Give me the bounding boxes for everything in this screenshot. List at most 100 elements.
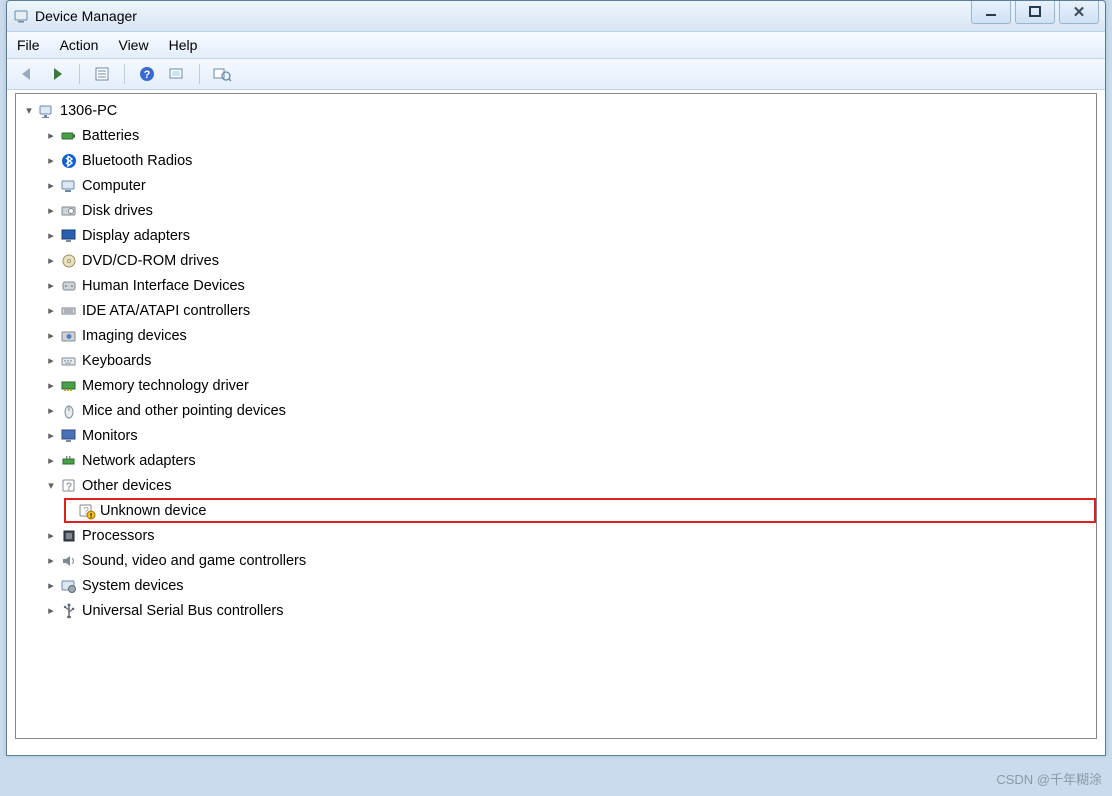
tree-item-label: Memory technology driver <box>82 378 249 394</box>
maximize-button[interactable] <box>1015 1 1055 24</box>
tree-item-label: Universal Serial Bus controllers <box>82 603 283 619</box>
tree-item-label: Human Interface Devices <box>82 278 245 294</box>
expand-icon[interactable]: ▸ <box>44 454 58 468</box>
expand-icon[interactable]: ▸ <box>44 179 58 193</box>
unknown-icon: ?! <box>78 502 96 520</box>
expand-icon[interactable]: ▸ <box>44 304 58 318</box>
scan-button[interactable] <box>165 62 189 86</box>
tree-panel: ▾1306-PC ▸ Batteries ▸ Bluetooth Radios ▸ Comp… <box>15 93 1097 739</box>
back-button[interactable] <box>15 62 39 86</box>
tree-item-label: Network adapters <box>82 453 196 469</box>
collapse-icon[interactable]: ▾ <box>44 479 58 493</box>
expand-icon[interactable]: ▸ <box>44 229 58 243</box>
tree-item[interactable]: ▸ Bluetooth Radios <box>44 148 1096 173</box>
tree-item[interactable]: ▸ Keyboards <box>44 348 1096 373</box>
menu-help[interactable]: Help <box>169 37 198 53</box>
tree-item[interactable]: ▸Imaging devices <box>44 323 1096 348</box>
tree-item[interactable]: ▸ Disk drives <box>44 198 1096 223</box>
menu-file[interactable]: File <box>17 37 40 53</box>
expand-icon[interactable]: ▸ <box>44 579 58 593</box>
keyboard-icon <box>60 352 78 370</box>
tree-item-label: Display adapters <box>82 228 190 244</box>
tree-item[interactable]: ▸ System devices <box>44 573 1096 598</box>
other-icon: ? <box>60 477 78 495</box>
imaging-icon <box>60 327 78 345</box>
expand-icon[interactable]: ▸ <box>44 554 58 568</box>
minimize-button[interactable] <box>971 1 1011 24</box>
mouse-icon <box>60 402 78 420</box>
expand-icon[interactable]: ▸ <box>44 354 58 368</box>
tree-item[interactable]: ?!Unknown device <box>66 500 1088 521</box>
tree-item[interactable]: ▸ Network adapters <box>44 448 1096 473</box>
expand-icon[interactable]: ▸ <box>44 329 58 343</box>
svg-text:!: ! <box>90 513 92 520</box>
computer-icon <box>60 177 78 195</box>
tree-item-label: Bluetooth Radios <box>82 153 192 169</box>
expand-icon[interactable]: ▸ <box>44 379 58 393</box>
dvd-icon <box>60 252 78 270</box>
expand-icon[interactable]: ▸ <box>44 604 58 618</box>
computer-icon <box>38 102 56 120</box>
tree-item[interactable]: ▸ Universal Serial Bus controllers <box>44 598 1096 623</box>
expand-icon[interactable]: ▸ <box>44 129 58 143</box>
expand-icon[interactable]: ▸ <box>44 254 58 268</box>
menubar: File Action View Help <box>7 32 1105 59</box>
tree-item[interactable]: ▸ Computer <box>44 173 1096 198</box>
expand-icon[interactable]: ▸ <box>44 279 58 293</box>
properties-button[interactable] <box>90 62 114 86</box>
device-tree[interactable]: ▾1306-PC ▸ Batteries ▸ Bluetooth Radios ▸ Comp… <box>16 94 1096 627</box>
display-icon <box>60 227 78 245</box>
svg-text:?: ? <box>66 481 73 493</box>
tree-item-label: Disk drives <box>82 203 153 219</box>
forward-button[interactable] <box>45 62 69 86</box>
window-buttons: ✕ <box>971 1 1099 24</box>
close-button[interactable]: ✕ <box>1059 1 1099 24</box>
memory-icon <box>60 377 78 395</box>
tree-item-label: Batteries <box>82 128 139 144</box>
tree-item[interactable]: ▸Sound, video and game controllers <box>44 548 1096 573</box>
expand-icon[interactable]: ▸ <box>44 529 58 543</box>
menu-view[interactable]: View <box>118 37 148 53</box>
watermark: CSDN @千年糊涂 <box>996 769 1102 788</box>
tree-item[interactable]: ▸ Batteries <box>44 123 1096 148</box>
monitor-icon <box>60 427 78 445</box>
toolbar-separator <box>199 64 200 84</box>
tree-item-label: Unknown device <box>100 503 206 519</box>
sound-icon <box>60 552 78 570</box>
cpu-icon <box>60 527 78 545</box>
toolbar: ? <box>7 59 1105 90</box>
toolbar-separator <box>124 64 125 84</box>
expand-icon[interactable]: ▸ <box>44 154 58 168</box>
network-icon <box>60 452 78 470</box>
tree-item[interactable]: ▸ Human Interface Devices <box>44 273 1096 298</box>
tree-item-label: Computer <box>82 178 146 194</box>
expand-icon[interactable]: ▸ <box>44 404 58 418</box>
disk-icon <box>60 202 78 220</box>
tree-item[interactable]: ▸ DVD/CD-ROM drives <box>44 248 1096 273</box>
tree-item[interactable]: ▸Monitors <box>44 423 1096 448</box>
app-icon <box>13 8 29 24</box>
ide-icon <box>60 302 78 320</box>
tree-item-label: Mice and other pointing devices <box>82 403 286 419</box>
expand-icon[interactable]: ▸ <box>44 429 58 443</box>
tree-item[interactable]: ▸ Mice and other pointing devices <box>44 398 1096 423</box>
window-title: Device Manager <box>35 8 137 24</box>
help-button[interactable]: ? <box>135 62 159 86</box>
tree-item[interactable]: ▸ Memory technology driver <box>44 373 1096 398</box>
tree-item[interactable]: ▸Processors <box>44 523 1096 548</box>
collapse-icon[interactable]: ▾ <box>22 104 36 118</box>
tree-item[interactable]: ▸IDE ATA/ATAPI controllers <box>44 298 1096 323</box>
hid-icon <box>60 277 78 295</box>
titlebar[interactable]: Device Manager ✕ <box>7 1 1105 32</box>
tree-root[interactable]: ▾1306-PC <box>22 98 1096 123</box>
extra-button[interactable] <box>210 62 234 86</box>
tree-item-label: DVD/CD-ROM drives <box>82 253 219 269</box>
tree-item-label: Keyboards <box>82 353 151 369</box>
toolbar-separator <box>79 64 80 84</box>
menu-action[interactable]: Action <box>60 37 99 53</box>
tree-item[interactable]: ▸ Display adapters <box>44 223 1096 248</box>
expand-icon[interactable]: ▸ <box>44 204 58 218</box>
battery-icon <box>60 127 78 145</box>
tree-item[interactable]: ▾?Other devices <box>44 473 1096 498</box>
tree-item-label: System devices <box>82 578 184 594</box>
